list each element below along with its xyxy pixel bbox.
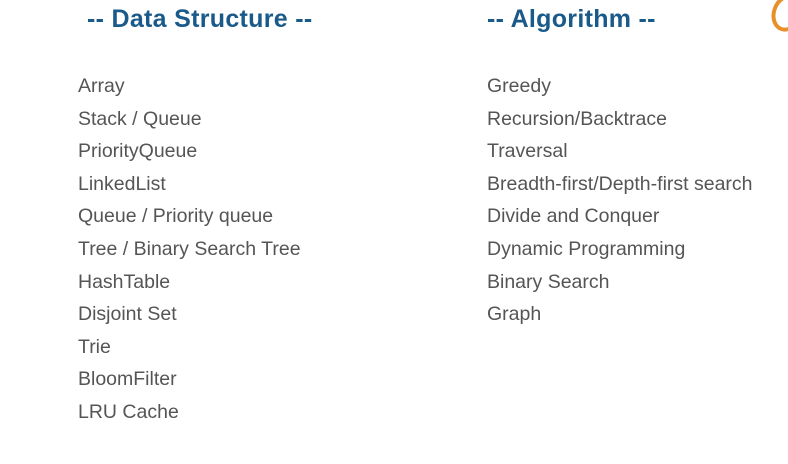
list-item: Binary Search xyxy=(487,270,610,293)
list-item: Traversal xyxy=(487,140,568,163)
list-item: LRU Cache xyxy=(78,400,179,423)
list-item: Trie xyxy=(78,335,111,358)
algorithm-list: Greedy Recursion/Backtrace Traversal Bre… xyxy=(487,70,753,331)
data-structure-heading: -- Data Structure -- xyxy=(87,5,313,33)
list-item: Greedy xyxy=(487,75,551,97)
list-item: Divide and Conquer xyxy=(487,205,660,228)
algorithm-heading: -- Algorithm -- xyxy=(487,5,656,33)
list-item: Breadth-first/Depth-first search xyxy=(487,172,753,195)
list-item: LinkedList xyxy=(78,172,166,195)
list-item: Array xyxy=(78,75,125,97)
slide: -- Data Structure -- Array Stack / Queue… xyxy=(0,0,788,464)
list-item: Tree / Binary Search Tree xyxy=(78,237,301,260)
list-item: Queue / Priority queue xyxy=(78,205,274,228)
data-structure-list: Array Stack / Queue PriorityQueue Linked… xyxy=(78,70,301,429)
list-item: Stack / Queue xyxy=(78,107,202,130)
list-item: HashTable xyxy=(78,270,171,293)
list-item: Recursion/Backtrace xyxy=(487,107,667,130)
list-item: Dynamic Programming xyxy=(487,237,686,260)
list-item: Disjoint Set xyxy=(78,303,177,326)
list-item: Graph xyxy=(487,303,542,326)
list-item: BloomFilter xyxy=(78,368,177,391)
decorative-arc-icon xyxy=(766,0,788,36)
list-item: PriorityQueue xyxy=(78,140,198,163)
